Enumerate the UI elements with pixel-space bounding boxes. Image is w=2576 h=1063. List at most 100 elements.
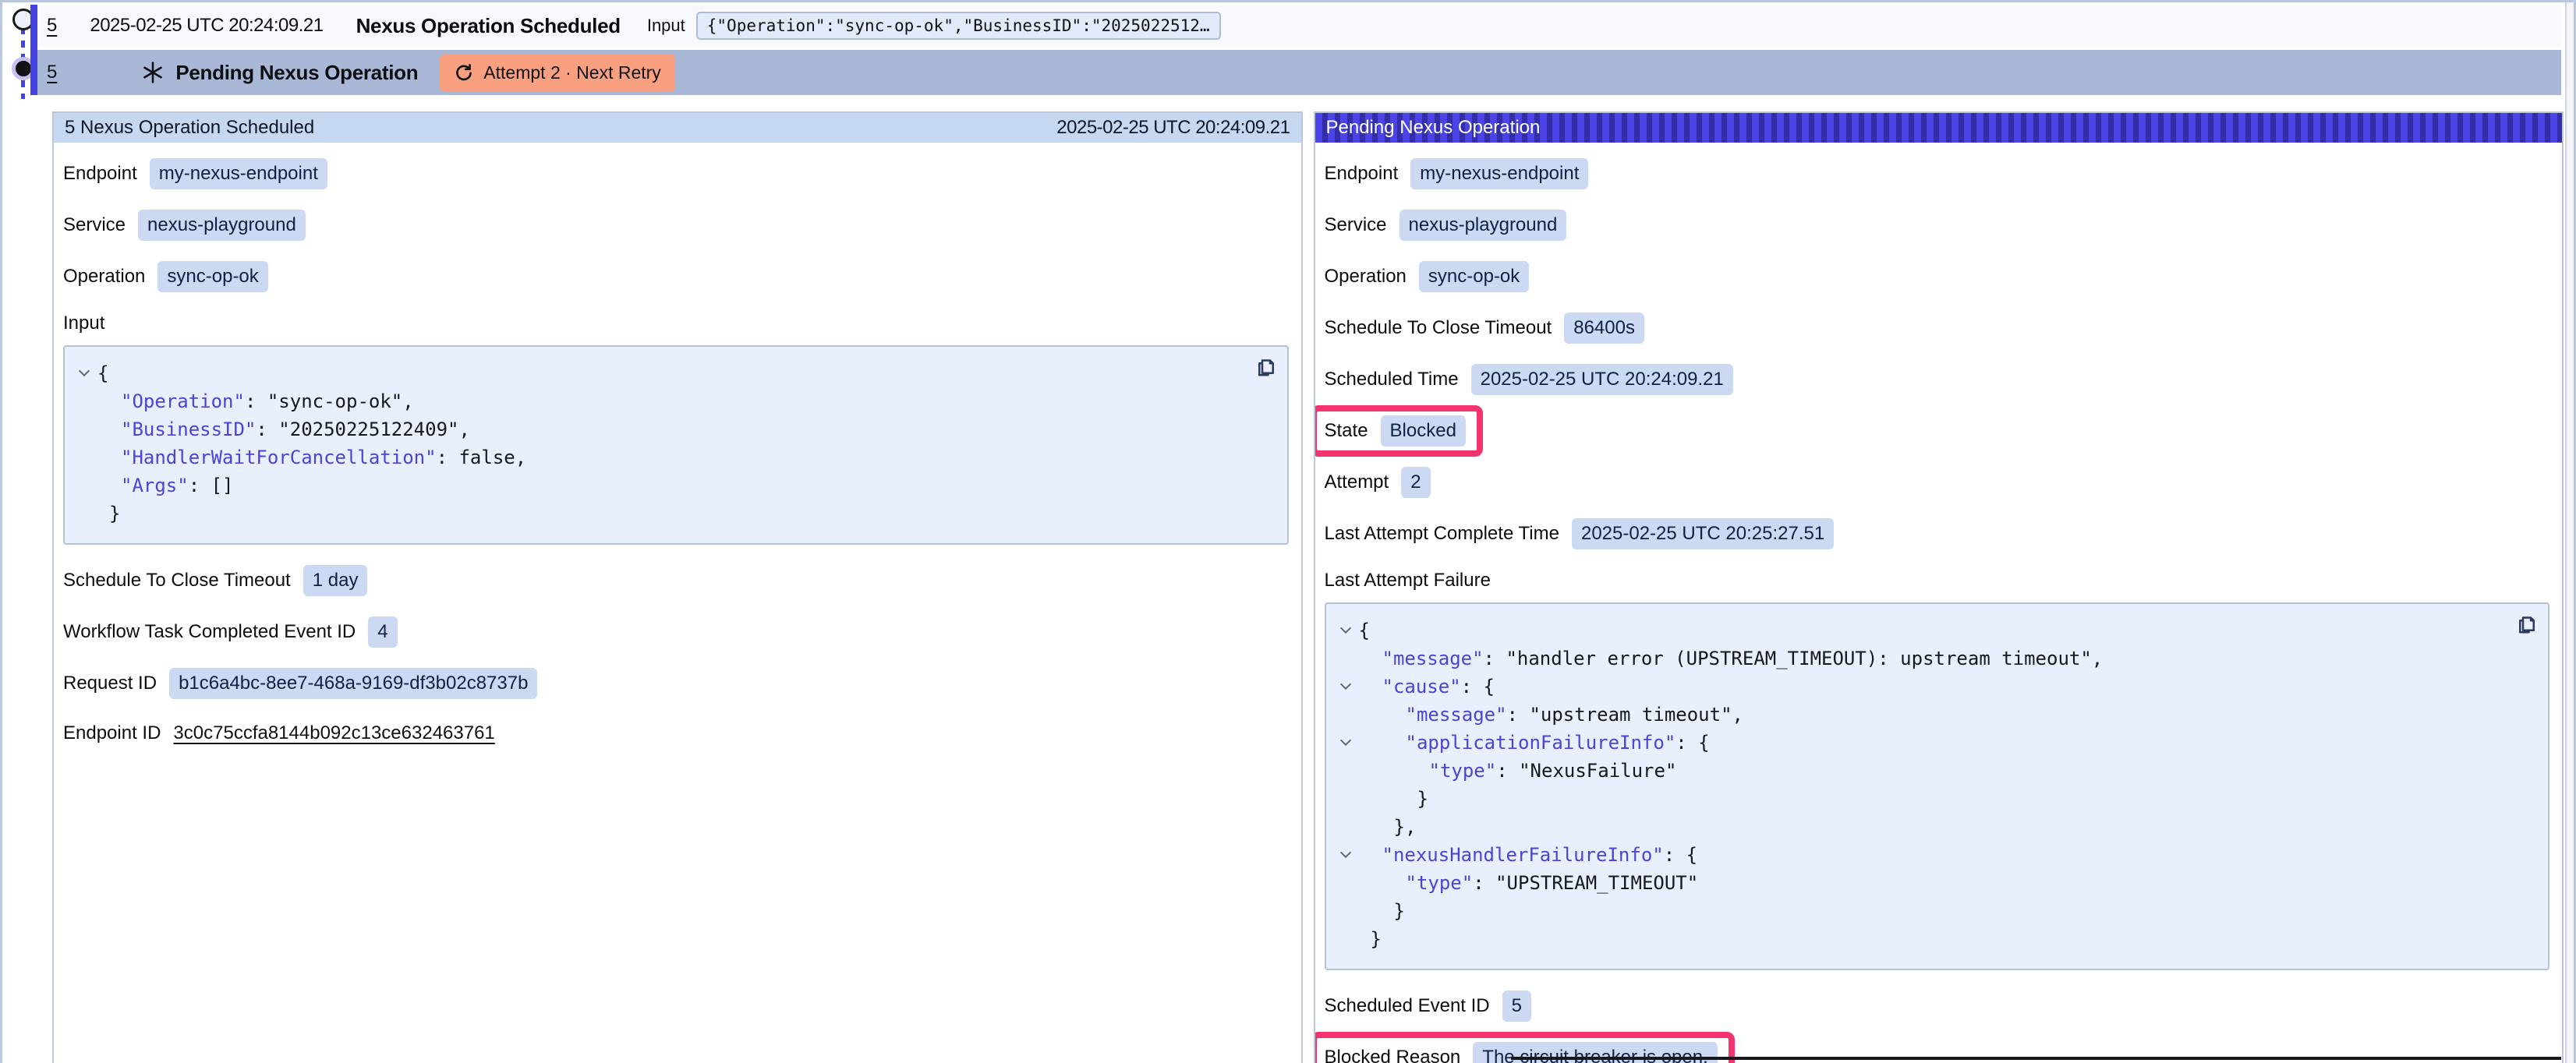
json-gutter <box>1332 813 1359 814</box>
field-label: Request ID <box>63 673 157 694</box>
field-row: State Blocked <box>1325 415 1466 447</box>
field-value-badge: sync-op-ok <box>157 261 267 292</box>
field-row: Input{"Operation": "sync-op-ok","Busines… <box>63 313 1289 545</box>
field-row: Last Attempt Complete Time 2025-02-25 UTC… <box>1325 518 2550 549</box>
field-label: Scheduled Event ID <box>1325 995 1490 1017</box>
attempt-retry-badge: Attempt 2 · Next Retry <box>440 55 675 91</box>
copy-icon[interactable] <box>2515 612 2539 635</box>
json-viewer: {"message": "handler error (UPSTREAM_TIM… <box>1325 602 2550 970</box>
json-line: "type": "UPSTREAM_TIMEOUT" <box>1332 869 2499 897</box>
field-label: Endpoint <box>63 163 137 185</box>
json-text: "type": "UPSTREAM_TIMEOUT" <box>1359 869 1699 897</box>
json-gutter <box>1332 925 1359 927</box>
field-value-badge: b1c6a4bc-8ee7-468a-9169-df3b02c8737b <box>169 668 537 699</box>
json-gutter <box>71 415 97 417</box>
json-line: { <box>71 359 1237 387</box>
collapse-chevron-icon[interactable] <box>1332 673 1359 688</box>
event-summary-value: {"Operation":"sync-op-ok","BusinessID":"… <box>696 12 1221 40</box>
json-text: { <box>97 359 108 387</box>
json-gutter <box>1332 757 1359 758</box>
event-title: Pending Nexus Operation <box>175 61 418 85</box>
field-label: Blocked Reason <box>1325 1047 1461 1063</box>
endpoint-id-link[interactable]: 3c0c75ccfa8144b092c13ce632463761 <box>173 722 494 744</box>
json-text: { <box>1359 616 1370 645</box>
json-line: "Operation": "sync-op-ok", <box>71 387 1237 415</box>
field-row: Servicenexus-playground <box>1325 210 2550 241</box>
json-line: } <box>71 500 1237 528</box>
field-value-badge: sync-op-ok <box>1419 261 1529 292</box>
json-gutter <box>1332 701 1359 702</box>
json-line: "Args": [] <box>71 471 1237 500</box>
json-text: "type": "NexusFailure" <box>1359 757 1677 785</box>
scrollbar-track[interactable] <box>2565 2 2576 1063</box>
event-history-page: 5 2025-02-25 UTC 20:24:09.21 Nexus Opera… <box>0 0 2576 1063</box>
json-text: } <box>97 500 120 528</box>
event-time: 2025-02-25 UTC 20:24:09.21 <box>90 15 323 37</box>
field-value-badge: nexus-playground <box>1399 210 1567 241</box>
json-gutter <box>71 471 97 473</box>
event-detail-panel-scheduled: 5 Nexus Operation Scheduled 2025-02-25 U… <box>52 111 1303 1063</box>
field-label: Attempt <box>1325 471 1389 493</box>
json-line: "BusinessID": "20250225122409", <box>71 415 1237 443</box>
field-row: Endpointmy-nexus-endpoint <box>63 158 1289 189</box>
event-id-link[interactable]: 5 <box>47 15 57 37</box>
bottom-divider <box>1511 1057 2561 1060</box>
retry-refresh-icon <box>454 62 474 83</box>
json-text: "Args": [] <box>97 471 234 500</box>
json-line: "nexusHandlerFailureInfo": { <box>1332 841 2499 869</box>
scheduled-panel-header: 5 Nexus Operation Scheduled 2025-02-25 U… <box>54 113 1301 143</box>
json-line: "cause": { <box>1332 673 2499 701</box>
event-row-scheduled[interactable]: 5 2025-02-25 UTC 20:24:09.21 Nexus Opera… <box>37 5 2561 47</box>
json-line: "applicationFailureInfo": { <box>1332 729 2499 757</box>
json-line: } <box>1332 785 2499 813</box>
json-text: }, <box>1359 813 1417 841</box>
field-label: Workflow Task Completed Event ID <box>63 621 356 643</box>
field-value-badge: Blocked <box>1381 415 1466 447</box>
field-row: Endpoint ID3c0c75ccfa8144b092c13ce632463… <box>63 719 1289 747</box>
json-gutter <box>1332 897 1359 899</box>
event-id-link[interactable]: 5 <box>47 62 57 83</box>
collapse-chevron-icon[interactable] <box>71 359 97 375</box>
field-value-badge: my-nexus-endpoint <box>1410 158 1588 189</box>
json-line: "type": "NexusFailure" <box>1332 757 2499 785</box>
field-label: Operation <box>1325 266 1407 288</box>
field-row: Schedule To Close Timeout86400s <box>1325 313 2550 344</box>
field-value-badge: 2025-02-25 UTC 20:25:27.51 <box>1572 518 1834 549</box>
field-label: Endpoint <box>1325 163 1399 185</box>
collapse-chevron-icon[interactable] <box>1332 616 1359 632</box>
active-event-indicator <box>30 5 37 95</box>
json-line: }, <box>1332 813 2499 841</box>
json-gutter <box>1332 869 1359 871</box>
field-row: Endpoint my-nexus-endpoint <box>1325 158 2550 189</box>
collapse-chevron-icon[interactable] <box>1332 729 1359 744</box>
json-gutter <box>71 443 97 445</box>
event-row-pending[interactable]: 5 Pending Nexus Operation Attempt 2 · Ne… <box>37 50 2561 95</box>
event-detail-panel-pending: Pending Nexus Operation Endpoint my-nexus… <box>1314 111 2564 1063</box>
field-label: Last Attempt Complete Time <box>1325 523 1559 545</box>
event-summary-label: Input <box>647 16 685 36</box>
field-row: Scheduled Event ID5 <box>1325 991 2550 1022</box>
field-value-badge: 2 <box>1401 467 1430 498</box>
field-row: Servicenexus-playground <box>63 210 1289 241</box>
scheduled-panel-title: 5 Nexus Operation Scheduled <box>65 117 314 139</box>
field-row: Attempt 2 <box>1325 467 2550 498</box>
pending-panel-header: Pending Nexus Operation <box>1315 113 2563 143</box>
pending-panel-title: Pending Nexus Operation <box>1326 117 1541 139</box>
field-row: Operationsync-op-ok <box>63 261 1289 292</box>
json-text: "cause": { <box>1359 673 1495 701</box>
pending-fields: Endpoint my-nexus-endpoint Servicenexus-pl… <box>1315 143 2563 1063</box>
json-line: } <box>1332 897 2499 925</box>
field-label: State <box>1325 420 1368 442</box>
json-line: { <box>1332 616 2499 645</box>
field-label: Schedule To Close Timeout <box>63 570 291 592</box>
pending-asterisk-icon <box>141 61 165 84</box>
json-text: } <box>1359 897 1405 925</box>
field-label: Scheduled Time <box>1325 369 1459 390</box>
json-line: } <box>1332 925 2499 953</box>
copy-icon[interactable] <box>1254 355 1278 378</box>
scheduled-panel-time: 2025-02-25 UTC 20:24:09.21 <box>1056 117 1290 139</box>
collapse-chevron-icon[interactable] <box>1332 841 1359 856</box>
json-gutter <box>71 500 97 501</box>
json-text: "Operation": "sync-op-ok", <box>97 387 414 415</box>
field-value-badge: 4 <box>368 616 397 648</box>
